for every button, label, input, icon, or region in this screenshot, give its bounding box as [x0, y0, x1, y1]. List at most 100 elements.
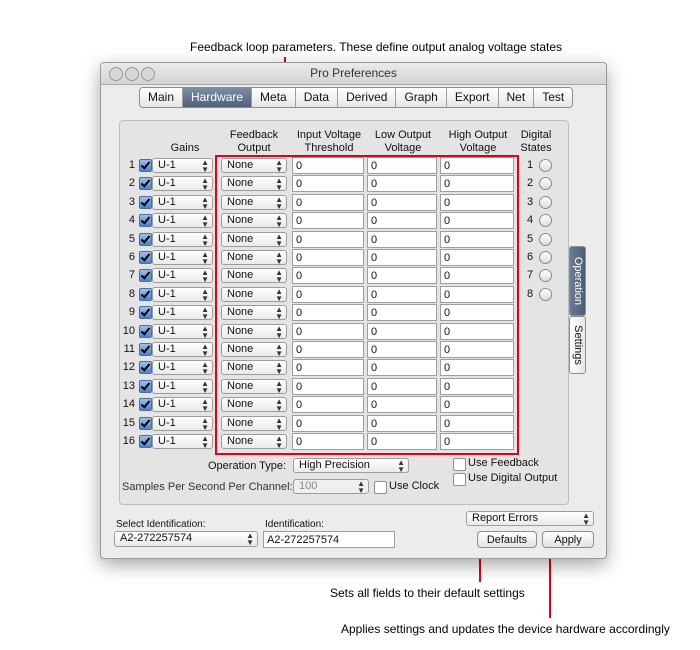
low-output-voltage-field[interactable]: 0 [367, 304, 437, 321]
digital-state-indicator[interactable] [539, 177, 552, 190]
use-clock-checkbox[interactable] [374, 481, 387, 494]
digital-state-indicator[interactable] [539, 196, 552, 209]
channel-enable-checkbox[interactable] [139, 159, 152, 172]
channel-enable-checkbox[interactable] [139, 435, 152, 448]
low-output-voltage-field[interactable]: 0 [367, 341, 437, 358]
input-voltage-threshold-field[interactable]: 0 [292, 359, 364, 376]
high-output-voltage-field[interactable]: 0 [440, 212, 514, 229]
gain-select[interactable]: U-1 ▲ ▼ [152, 176, 213, 192]
gain-select[interactable]: U-1 ▲ ▼ [152, 397, 213, 413]
tab-hardware[interactable]: Hardware [183, 88, 253, 107]
channel-enable-checkbox[interactable] [139, 214, 152, 227]
feedback-output-select[interactable]: None ▲ ▼ [221, 360, 287, 376]
digital-state-indicator[interactable] [539, 233, 552, 246]
low-output-voltage-field[interactable]: 0 [367, 396, 437, 413]
high-output-voltage-field[interactable]: 0 [440, 415, 514, 432]
gain-select[interactable]: U-1 ▲ ▼ [152, 250, 213, 266]
low-output-voltage-field[interactable]: 0 [367, 231, 437, 248]
tab-data[interactable]: Data [296, 88, 339, 107]
select-identification-select[interactable]: A2-272257574 ▲ ▼ [114, 531, 258, 547]
high-output-voltage-field[interactable]: 0 [440, 249, 514, 266]
channel-enable-checkbox[interactable] [139, 325, 152, 338]
tab-main[interactable]: Main [140, 88, 184, 107]
channel-enable-checkbox[interactable] [139, 269, 152, 282]
operation-type-select[interactable]: High Precision ▲ ▼ [293, 458, 409, 474]
channel-enable-checkbox[interactable] [139, 343, 152, 356]
high-output-voltage-field[interactable]: 0 [440, 341, 514, 358]
high-output-voltage-field[interactable]: 0 [440, 175, 514, 192]
channel-enable-checkbox[interactable] [139, 398, 152, 411]
channel-enable-checkbox[interactable] [139, 251, 152, 264]
side-tab-settings[interactable]: Settings [569, 316, 586, 374]
side-tab-operation[interactable]: Operation [569, 246, 586, 316]
feedback-output-select[interactable]: None ▲ ▼ [221, 158, 287, 174]
input-voltage-threshold-field[interactable]: 0 [292, 175, 364, 192]
feedback-output-select[interactable]: None ▲ ▼ [221, 213, 287, 229]
feedback-output-select[interactable]: None ▲ ▼ [221, 379, 287, 395]
low-output-voltage-field[interactable]: 0 [367, 433, 437, 450]
defaults-button[interactable]: Defaults [477, 531, 537, 548]
input-voltage-threshold-field[interactable]: 0 [292, 212, 364, 229]
input-voltage-threshold-field[interactable]: 0 [292, 286, 364, 303]
gain-select[interactable]: U-1 ▲ ▼ [152, 158, 213, 174]
digital-state-indicator[interactable] [539, 159, 552, 172]
high-output-voltage-field[interactable]: 0 [440, 359, 514, 376]
channel-enable-checkbox[interactable] [139, 306, 152, 319]
feedback-output-select[interactable]: None ▲ ▼ [221, 342, 287, 358]
digital-state-indicator[interactable] [539, 214, 552, 227]
input-voltage-threshold-field[interactable]: 0 [292, 396, 364, 413]
input-voltage-threshold-field[interactable]: 0 [292, 378, 364, 395]
input-voltage-threshold-field[interactable]: 0 [292, 323, 364, 340]
use-digital-output-checkbox[interactable] [453, 473, 466, 486]
low-output-voltage-field[interactable]: 0 [367, 378, 437, 395]
low-output-voltage-field[interactable]: 0 [367, 323, 437, 340]
input-voltage-threshold-field[interactable]: 0 [292, 304, 364, 321]
gain-select[interactable]: U-1 ▲ ▼ [152, 195, 213, 211]
input-voltage-threshold-field[interactable]: 0 [292, 341, 364, 358]
feedback-output-select[interactable]: None ▲ ▼ [221, 324, 287, 340]
report-errors-select[interactable]: Report Errors ▲ ▼ [466, 511, 594, 527]
tab-graph[interactable]: Graph [396, 88, 447, 107]
high-output-voltage-field[interactable]: 0 [440, 378, 514, 395]
digital-state-indicator[interactable] [539, 251, 552, 264]
feedback-output-select[interactable]: None ▲ ▼ [221, 305, 287, 321]
feedback-output-select[interactable]: None ▲ ▼ [221, 434, 287, 450]
channel-enable-checkbox[interactable] [139, 380, 152, 393]
feedback-output-select[interactable]: None ▲ ▼ [221, 232, 287, 248]
feedback-output-select[interactable]: None ▲ ▼ [221, 268, 287, 284]
gain-select[interactable]: U-1 ▲ ▼ [152, 434, 213, 450]
channel-enable-checkbox[interactable] [139, 361, 152, 374]
low-output-voltage-field[interactable]: 0 [367, 267, 437, 284]
high-output-voltage-field[interactable]: 0 [440, 323, 514, 340]
gain-select[interactable]: U-1 ▲ ▼ [152, 342, 213, 358]
tab-export[interactable]: Export [447, 88, 499, 107]
gain-select[interactable]: U-1 ▲ ▼ [152, 305, 213, 321]
low-output-voltage-field[interactable]: 0 [367, 249, 437, 266]
channel-enable-checkbox[interactable] [139, 177, 152, 190]
gain-select[interactable]: U-1 ▲ ▼ [152, 268, 213, 284]
input-voltage-threshold-field[interactable]: 0 [292, 231, 364, 248]
input-voltage-threshold-field[interactable]: 0 [292, 249, 364, 266]
digital-state-indicator[interactable] [539, 269, 552, 282]
feedback-output-select[interactable]: None ▲ ▼ [221, 416, 287, 432]
channel-enable-checkbox[interactable] [139, 417, 152, 430]
input-voltage-threshold-field[interactable]: 0 [292, 194, 364, 211]
tab-test[interactable]: Test [534, 88, 572, 107]
samples-select[interactable]: 100 ▲ ▼ [293, 479, 369, 495]
low-output-voltage-field[interactable]: 0 [367, 212, 437, 229]
apply-button[interactable]: Apply [542, 531, 594, 548]
low-output-voltage-field[interactable]: 0 [367, 157, 437, 174]
gain-select[interactable]: U-1 ▲ ▼ [152, 287, 213, 303]
gain-select[interactable]: U-1 ▲ ▼ [152, 324, 213, 340]
high-output-voltage-field[interactable]: 0 [440, 267, 514, 284]
low-output-voltage-field[interactable]: 0 [367, 359, 437, 376]
digital-state-indicator[interactable] [539, 288, 552, 301]
feedback-output-select[interactable]: None ▲ ▼ [221, 176, 287, 192]
feedback-output-select[interactable]: None ▲ ▼ [221, 195, 287, 211]
high-output-voltage-field[interactable]: 0 [440, 286, 514, 303]
use-feedback-checkbox[interactable] [453, 458, 466, 471]
high-output-voltage-field[interactable]: 0 [440, 194, 514, 211]
feedback-output-select[interactable]: None ▲ ▼ [221, 397, 287, 413]
tab-meta[interactable]: Meta [252, 88, 296, 107]
gain-select[interactable]: U-1 ▲ ▼ [152, 416, 213, 432]
